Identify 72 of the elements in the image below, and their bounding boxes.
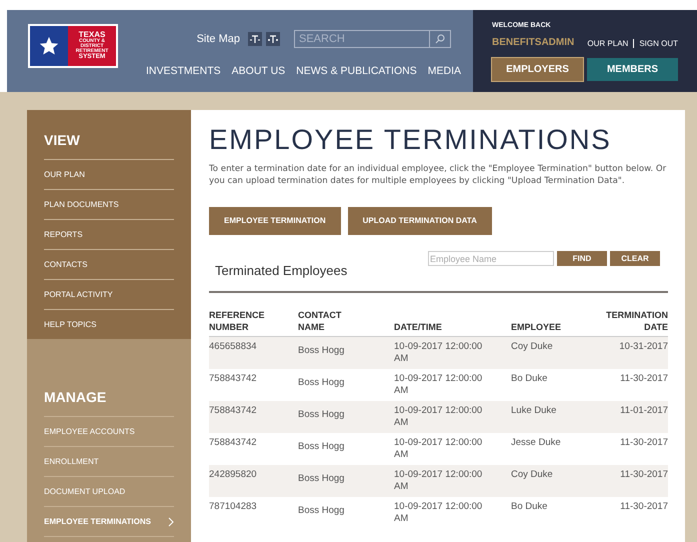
action-button[interactable]: UPLOAD TERMINATION DATA — [348, 207, 492, 235]
text-larger-icon[interactable] — [266, 32, 280, 46]
column-header: DATE/TIME — [394, 320, 442, 332]
star-icon — [38, 35, 60, 57]
table-cell: Boss Hogg — [298, 472, 344, 484]
table-cell: 11-30-2017 — [620, 372, 668, 384]
table-cell: 11-30-2017 — [620, 468, 668, 480]
filter-button[interactable]: FIND — [557, 251, 607, 266]
column-header: CONTACT NAME — [298, 308, 342, 332]
table-cell: 242895820 — [209, 468, 257, 480]
employee-name-field[interactable]: Employee Name — [428, 251, 554, 266]
site-map-link[interactable]: Site Map — [196, 30, 240, 48]
table-cell: 758843742 — [209, 436, 257, 448]
intro-text: To enter a termination date for an individual employee, click the "Employee Termination" button below. Or you can upload termination dates for multiple employees by clicking "Upload Termination Data". — [209, 163, 668, 187]
section-title: Terminated Employees — [215, 262, 348, 280]
table-cell: Boss Hogg — [298, 440, 344, 452]
sidebar-item[interactable]: CONTACTS — [44, 250, 174, 280]
nav-link[interactable]: MEDIA — [428, 64, 461, 80]
sidebar-heading: MANAGE — [44, 387, 174, 417]
nav-link[interactable]: NEWS & PUBLICATIONS — [296, 64, 417, 80]
table-cell: 758843742 — [209, 404, 257, 416]
table-cell: Boss Hogg — [298, 504, 344, 516]
sidebar-item[interactable]: ENROLLMENT — [44, 447, 174, 477]
portal-button[interactable]: EMPLOYERS — [492, 58, 583, 80]
sidebar-heading: VIEW — [44, 130, 174, 160]
table-cell: 758843742 — [209, 372, 257, 384]
table-cell: 10-31-2017 — [619, 340, 668, 352]
nav-link[interactable]: ABOUT US — [232, 64, 286, 80]
table-cell: 465658834 — [209, 340, 257, 352]
action-button[interactable]: EMPLOYEE TERMINATION — [209, 207, 341, 235]
logo-text: TEXAS — [78, 31, 106, 40]
portal-button[interactable]: MEMBERS — [587, 58, 678, 80]
table-cell: 10-09-2017 12:00:00 AM — [394, 404, 482, 428]
column-header: TERMINATION DATE — [605, 308, 668, 332]
search-field[interactable]: SEARCH — [294, 30, 430, 48]
column-header: REFERENCE NUMBER — [209, 308, 266, 332]
account-link[interactable]: OUR PLAN — [587, 38, 628, 50]
table-cell: Boss Hogg — [298, 376, 344, 388]
sidebar-item[interactable]: REPORTS — [44, 220, 174, 250]
search-button[interactable] — [430, 30, 451, 48]
filter-button[interactable]: CLEAR — [610, 251, 660, 266]
sidebar-item[interactable]: DOCUMENT UPLOAD — [44, 477, 174, 507]
table-cell: 11-30-2017 — [620, 500, 668, 512]
table-cell: Jesse Duke — [511, 436, 561, 448]
username: BENEFITSADMIN — [492, 36, 574, 50]
table-cell: Luke Duke — [511, 404, 556, 416]
text-smaller-icon[interactable] — [248, 32, 262, 46]
table-cell: 10-09-2017 12:00:00 AM — [394, 372, 482, 396]
table-cell: Bo Duke — [511, 500, 548, 512]
table-cell: 787104283 — [209, 500, 257, 512]
table-cell: 10-09-2017 12:00:00 AM — [394, 436, 482, 460]
sidebar-item[interactable]: PORTAL ACTIVITY — [44, 280, 174, 310]
table-cell: Coy Duke — [511, 468, 553, 480]
table-cell: Bo Duke — [511, 372, 548, 384]
sidebar-item[interactable]: EMPLOYEE TERMINATIONS — [44, 507, 174, 537]
table-cell: 10-09-2017 12:00:00 AM — [394, 468, 482, 492]
account-link[interactable]: SIGN OUT — [639, 38, 678, 50]
column-header: EMPLOYEE — [511, 320, 562, 332]
sidebar-item[interactable]: EMPLOYEE ACCOUNTS — [44, 417, 174, 447]
table-cell: 10-09-2017 12:00:00 AM — [394, 500, 482, 524]
table-cell: Boss Hogg — [298, 408, 344, 420]
table-cell: Boss Hogg — [298, 344, 344, 356]
sidebar-item[interactable]: OUR PLAN — [44, 160, 174, 190]
search-icon[interactable] — [435, 34, 445, 44]
page-title: EMPLOYEE TERMINATIONS — [209, 123, 612, 157]
table-cell: Coy Duke — [511, 340, 553, 352]
table-cell: 11-01-2017 — [620, 404, 668, 416]
table-cell: 11-30-2017 — [620, 436, 668, 448]
chevron-right-icon — [168, 516, 174, 526]
nav-link[interactable]: INVESTMENTS — [146, 64, 221, 80]
sidebar-item[interactable]: PLAN DOCUMENTS — [44, 190, 174, 220]
table-cell: 10-09-2017 12:00:00 AM — [394, 340, 482, 364]
